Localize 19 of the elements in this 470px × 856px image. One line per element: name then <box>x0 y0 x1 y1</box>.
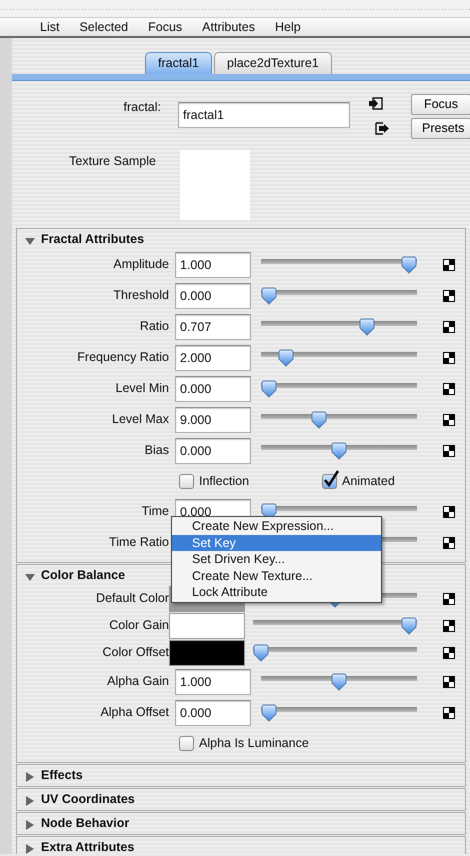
attribute-label: Threshold <box>112 287 169 304</box>
texture-sample-label: Texture Sample <box>68 153 156 170</box>
attribute-label: Amplitude <box>112 256 169 274</box>
attribute-label: Color Offset <box>102 644 169 662</box>
attribute-label: Alpha Offset <box>99 704 169 722</box>
attribute-label: Alpha Gain <box>106 673 169 690</box>
attribute-label: Time <box>140 503 169 520</box>
attribute-label: Color Gain <box>108 617 169 634</box>
attribute-label: Level Min <box>114 380 169 398</box>
attribute-label: Level Max <box>111 411 169 428</box>
attribute-label: Ratio <box>138 318 169 336</box>
checkbox-label: Inflection <box>199 472 250 490</box>
attribute-label: Default Color <box>95 590 169 608</box>
field-label: fractal: <box>122 99 161 116</box>
attribute-label: Frequency Ratio <box>76 349 169 366</box>
attribute-label: Time Ratio <box>108 534 169 552</box>
checkbox-label: Animated <box>342 472 395 490</box>
checkbox-label: Alpha Is Luminance <box>199 734 309 752</box>
attribute-label: Bias <box>144 442 169 460</box>
